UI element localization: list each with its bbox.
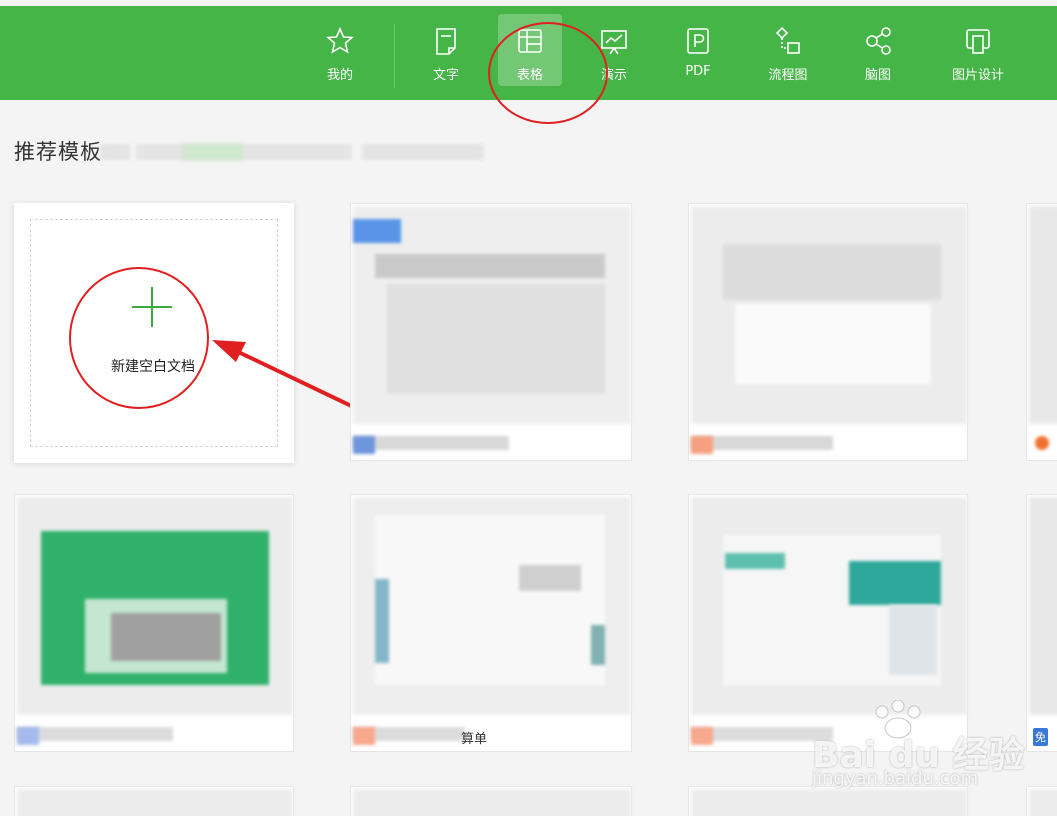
tab-label: 图片设计 <box>951 68 1004 83</box>
pdf-icon <box>687 28 709 54</box>
star-icon <box>325 27 355 54</box>
template-thumbnail <box>353 789 631 816</box>
tab-flowchart[interactable]: 流程图 <box>758 14 818 86</box>
template-card-partial[interactable] <box>1026 203 1057 461</box>
tab-image-design[interactable]: 图片设计 <box>944 14 1012 86</box>
template-thumbnail <box>17 789 293 816</box>
template-thumbnail <box>1029 206 1057 424</box>
template-tag <box>353 219 401 243</box>
template-icon <box>17 727 39 745</box>
tab-text[interactable]: 文字 <box>416 14 476 86</box>
watermark-url: jingyan.baidu.com <box>812 768 979 789</box>
template-card-partial[interactable]: 免 <box>1026 494 1057 752</box>
template-caption <box>353 436 509 450</box>
template-card-partial[interactable] <box>1026 786 1057 816</box>
template-card[interactable] <box>688 203 968 461</box>
free-badge: 免 <box>1033 728 1048 746</box>
tab-label: 演示 <box>600 68 627 83</box>
thumbnail-body <box>375 515 605 685</box>
template-caption <box>17 727 173 741</box>
blurred-text <box>362 144 484 160</box>
thumbnail-accent <box>849 561 941 605</box>
thumbnail-body <box>735 304 931 384</box>
template-card-partial[interactable] <box>688 786 968 816</box>
template-card[interactable] <box>14 494 294 752</box>
tab-label: 流程图 <box>768 68 808 83</box>
template-icon <box>691 727 713 745</box>
tab-label: 我的 <box>326 68 353 83</box>
template-icon <box>1035 436 1049 450</box>
thumbnail-accent <box>725 553 785 569</box>
tab-label: PDF <box>685 64 711 79</box>
template-thumbnail <box>1029 789 1057 816</box>
thumbnail-accent <box>375 579 389 663</box>
plus-icon <box>132 306 172 308</box>
thumbnail-header <box>723 244 941 300</box>
section-title: 推荐模板 <box>14 140 102 164</box>
image-design-icon <box>966 29 990 54</box>
tab-label: 表格 <box>516 68 543 83</box>
tab-label: 文字 <box>432 68 459 83</box>
document-icon <box>436 28 456 55</box>
tab-pdf[interactable]: PDF <box>668 14 728 86</box>
template-card[interactable] <box>350 203 632 461</box>
tab-label: 脑图 <box>864 68 891 83</box>
thumbnail-panel <box>889 605 937 675</box>
tab-spreadsheet[interactable]: 表格 <box>498 14 562 86</box>
flowchart-icon <box>775 26 800 54</box>
page: 我的 文字 表格 演示 PDF 流程图 脑图 图片设计 推荐模板 新建空白文档 … <box>0 0 1057 816</box>
blurred-text <box>100 144 130 160</box>
blurred-text <box>182 144 242 160</box>
template-card-partial[interactable] <box>14 786 294 816</box>
tab-mine[interactable]: 我的 <box>310 14 370 86</box>
thumbnail-panel <box>111 613 221 661</box>
nav-separator <box>394 24 395 88</box>
template-caption-text: 算单 <box>461 732 488 747</box>
mindmap-icon <box>866 27 891 55</box>
thumbnail-header <box>375 254 605 278</box>
template-thumbnail <box>691 789 967 816</box>
blurred-text <box>136 144 352 160</box>
tab-presentation[interactable]: 演示 <box>584 14 644 86</box>
presentation-icon <box>601 30 627 55</box>
template-icon <box>353 436 375 454</box>
tab-mindmap[interactable]: 脑图 <box>848 14 908 86</box>
top-nav-bar: 我的 文字 表格 演示 PDF 流程图 脑图 图片设计 <box>0 6 1057 100</box>
template-card-partial[interactable] <box>350 786 632 816</box>
template-icon <box>353 727 375 745</box>
thumbnail-accent <box>591 625 605 665</box>
template-icon <box>691 436 713 454</box>
thumbnail-body <box>387 284 605 394</box>
thumbnail-panel <box>519 565 581 591</box>
spreadsheet-icon <box>518 29 542 53</box>
template-thumbnail <box>1029 497 1057 715</box>
template-card[interactable]: 算单 <box>350 494 632 752</box>
